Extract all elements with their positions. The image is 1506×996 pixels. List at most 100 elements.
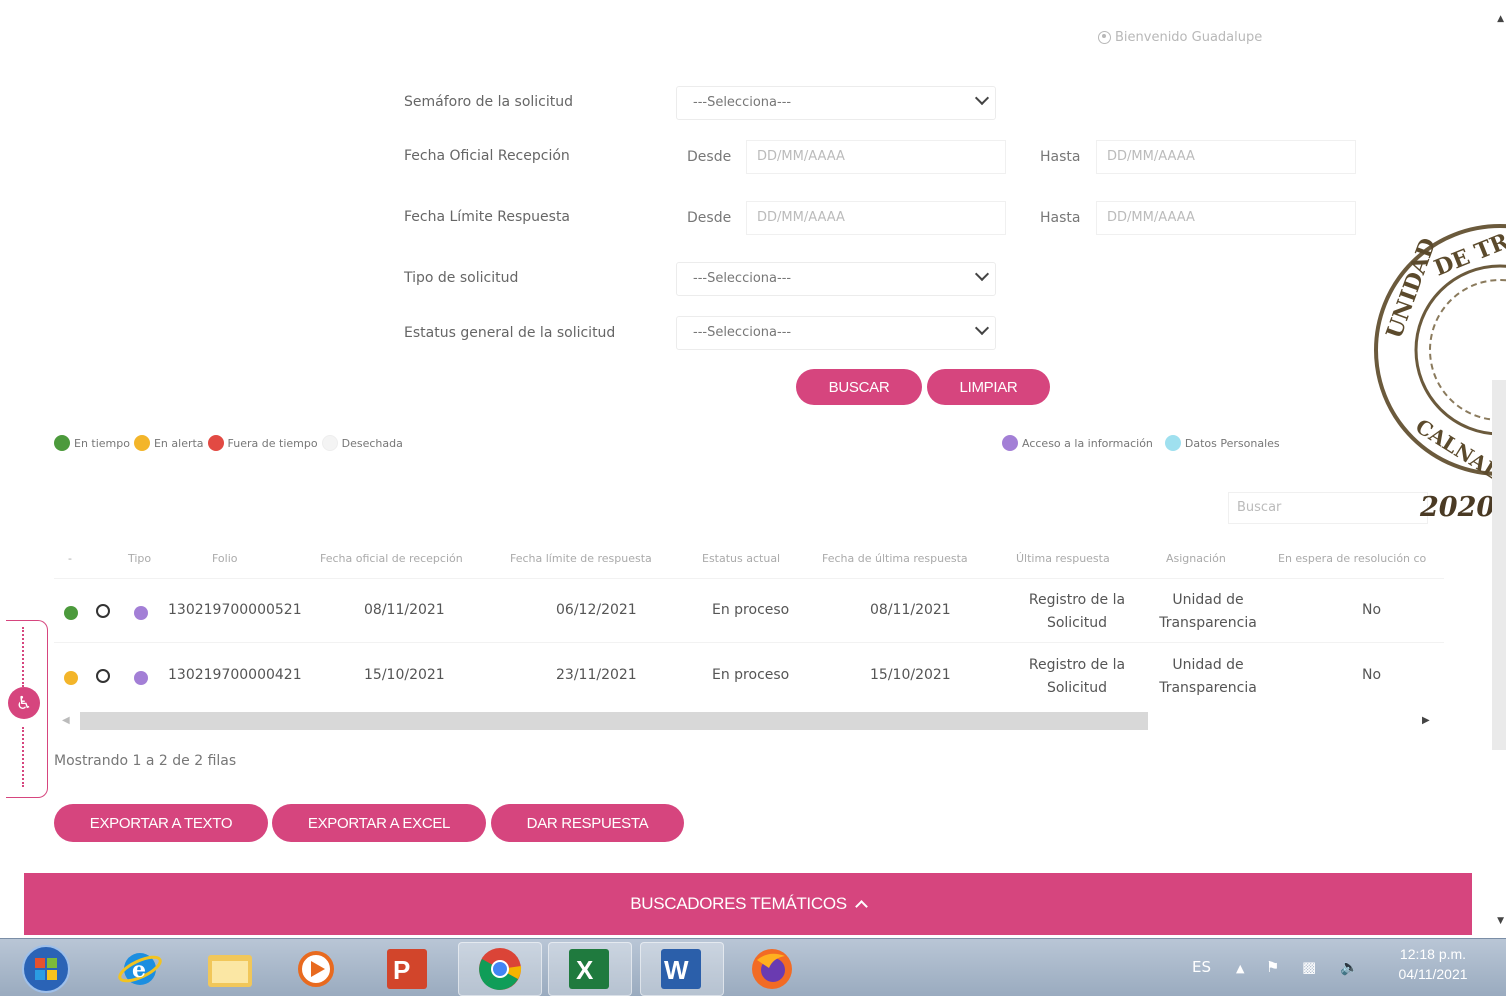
table-row[interactable]: 130219700000421 15/10/2021 23/11/2021 En…	[54, 642, 1444, 706]
svg-text:X: X	[576, 955, 594, 985]
header-blank[interactable]: -	[68, 552, 72, 565]
firefox-icon	[752, 949, 792, 989]
header-folio[interactable]: Folio	[212, 552, 238, 565]
estatus-select-value: ---Selecciona---	[693, 325, 792, 340]
acceso-info-icon	[1002, 435, 1018, 451]
semaforo-select[interactable]: ---Selecciona---	[676, 86, 996, 120]
row-select-radio[interactable]	[96, 604, 110, 618]
table-horizontal-scrollbar[interactable]	[80, 712, 1148, 730]
legend-en-tiempo: En tiempo	[74, 436, 130, 450]
page-vertical-scrollbar[interactable]	[1492, 380, 1506, 750]
tray-expand-icon[interactable]: ▲	[1236, 962, 1244, 975]
start-button[interactable]	[8, 942, 84, 996]
exportar-excel-button[interactable]: EXPORTAR A EXCEL	[272, 804, 486, 842]
taskbar-explorer[interactable]	[188, 942, 272, 996]
asignacion-line2: Transparencia	[1159, 615, 1257, 631]
language-indicator[interactable]: ES	[1192, 958, 1211, 976]
welcome-text: Bienvenido Guadalupe	[1115, 30, 1263, 45]
ultima-respuesta-cell: Registro de la Solicitud	[1022, 654, 1132, 700]
buscadores-tematicos-bar[interactable]: BUSCADORES TEMÁTICOS	[24, 873, 1472, 935]
windows-taskbar: e P X W	[0, 938, 1506, 996]
header-fecha-limite[interactable]: Fecha límite de respuesta	[510, 552, 652, 565]
table-row[interactable]: 130219700000521 08/11/2021 06/12/2021 En…	[54, 578, 1444, 642]
dar-respuesta-button[interactable]: DAR RESPUESTA	[491, 804, 684, 842]
espera-cell: No	[1362, 602, 1382, 618]
red-dot-icon	[207, 435, 224, 451]
volume-icon[interactable]: 🔈	[1340, 958, 1359, 976]
yellow-dot-icon	[133, 435, 150, 451]
ultima-line2: Solicitud	[1046, 615, 1108, 631]
taskbar-firefox[interactable]	[730, 942, 814, 996]
fecha-recepcion-cell: 08/11/2021	[364, 602, 445, 618]
chrome-icon	[479, 948, 522, 990]
taskbar-clock[interactable]: 12:18 p.m. 04/11/2021	[1380, 944, 1486, 984]
semaforo-green-icon	[64, 606, 78, 620]
header-fecha-recepcion[interactable]: Fecha oficial de recepción	[320, 552, 463, 565]
legend-fuera-tiempo: Fuera de tiempo	[227, 436, 318, 450]
fecha-recepcion-cell: 15/10/2021	[364, 667, 445, 683]
limite-hasta-input[interactable]: DD/MM/AAAA	[1096, 201, 1356, 235]
asignacion-line1: Unidad de	[1172, 657, 1244, 673]
dotted-line-icon	[22, 627, 24, 687]
folio-cell: 130219700000421	[168, 667, 302, 683]
taskbar-excel[interactable]: X	[548, 942, 632, 996]
taskbar-ie[interactable]: e	[98, 942, 182, 996]
accessibility-icon[interactable]: ♿	[8, 687, 40, 719]
taskbar-media-player[interactable]	[274, 942, 358, 996]
seal-year: 2020	[1420, 492, 1496, 523]
recepcion-desde-input[interactable]: DD/MM/AAAA	[746, 140, 1006, 174]
scroll-up-icon[interactable]: ▲	[1497, 14, 1504, 24]
limpiar-button[interactable]: LIMPIAR	[927, 369, 1050, 405]
datos-personales-icon	[1164, 435, 1181, 451]
buscadores-label: BUSCADORES TEMÁTICOS	[630, 894, 847, 913]
header-tipo[interactable]: Tipo	[128, 552, 151, 565]
legend-desechada: Desechada	[341, 436, 403, 450]
exportar-texto-button[interactable]: EXPORTAR A TEXTO	[54, 804, 268, 842]
svg-text:e: e	[132, 957, 146, 983]
chevron-down-icon	[974, 320, 990, 336]
folder-icon	[208, 955, 252, 987]
fecha-limite-cell: 06/12/2021	[556, 602, 637, 618]
semaforo-select-value: ---Selecciona---	[693, 95, 792, 110]
asignacion-line2: Transparencia	[1159, 680, 1257, 696]
taskbar-word[interactable]: W	[640, 942, 724, 996]
acceso-info-icon	[134, 606, 148, 620]
word-icon: W	[661, 949, 701, 989]
tipo-label: Tipo de solicitud	[404, 270, 519, 286]
taskbar-powerpoint[interactable]: P	[366, 942, 450, 996]
accessibility-tab[interactable]: ♿	[6, 620, 48, 798]
buscar-button[interactable]: BUSCAR	[796, 369, 922, 405]
row-select-radio[interactable]	[96, 669, 110, 683]
tipo-legend: Acceso a la información Datos Personales	[1002, 435, 1280, 451]
chevron-up-icon	[854, 900, 868, 913]
scroll-down-icon[interactable]: ▼	[1497, 916, 1504, 926]
folio-cell: 130219700000521	[168, 602, 302, 618]
estatus-cell: En proceso	[712, 602, 790, 618]
limite-desde-input[interactable]: DD/MM/AAAA	[746, 201, 1006, 235]
ultima-line1: Registro de la	[1028, 657, 1126, 673]
excel-icon: X	[569, 949, 609, 989]
header-ultima-respuesta[interactable]: Última respuesta	[1016, 552, 1110, 565]
header-fecha-ultima[interactable]: Fecha de última respuesta	[822, 552, 968, 565]
scroll-right-icon[interactable]: ▶	[1422, 715, 1430, 726]
estatus-label: Estatus general de la solicitud	[404, 325, 616, 341]
taskbar-chrome[interactable]	[458, 942, 542, 996]
asignacion-cell: Unidad de Transparencia	[1152, 589, 1264, 635]
action-center-flag-icon[interactable]: ⚑	[1266, 958, 1279, 976]
fecha-ultima-cell: 15/10/2021	[870, 667, 951, 683]
header-asignacion[interactable]: Asignación	[1166, 552, 1226, 565]
legend-acceso: Acceso a la información	[1022, 436, 1153, 450]
semaforo-legend: En tiempo En alerta Fuera de tiempo Dese…	[54, 435, 403, 451]
header-espera[interactable]: En espera de resolución co	[1278, 552, 1426, 565]
scroll-left-icon[interactable]: ◀	[62, 715, 70, 726]
acceso-info-icon	[134, 671, 148, 685]
green-dot-icon	[54, 435, 70, 451]
fecha-limite-label: Fecha Límite Respuesta	[404, 209, 571, 225]
header-estatus[interactable]: Estatus actual	[702, 552, 780, 565]
estatus-select[interactable]: ---Selecciona---	[676, 316, 996, 350]
tipo-select[interactable]: ---Selecciona---	[676, 262, 996, 296]
recepcion-hasta-input[interactable]: DD/MM/AAAA	[1096, 140, 1356, 174]
espera-cell: No	[1362, 667, 1382, 683]
user-icon	[1098, 31, 1111, 44]
network-signal-icon[interactable]: ▩	[1302, 958, 1316, 976]
